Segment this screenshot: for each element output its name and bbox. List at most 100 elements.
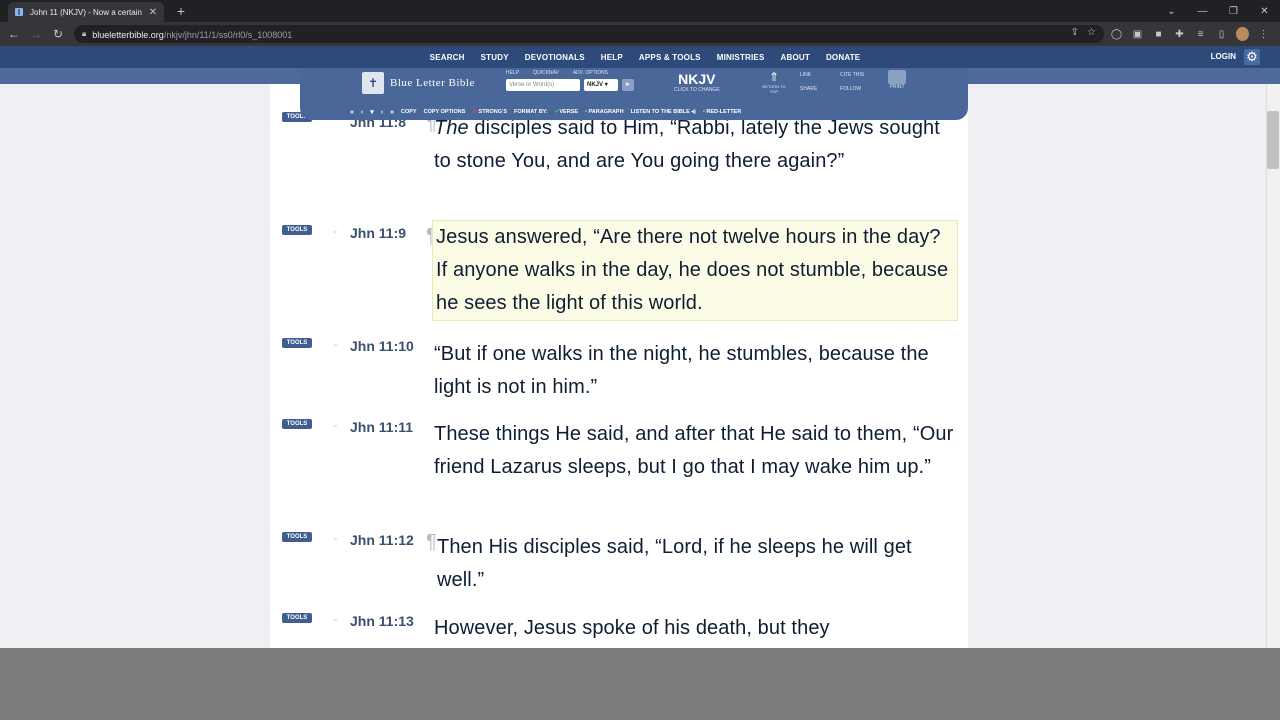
- strongs-toggle[interactable]: ⊘ STRONG'S: [472, 109, 507, 115]
- nav-about[interactable]: ABOUT: [781, 53, 810, 62]
- version-select[interactable]: NKJV ▾: [584, 79, 618, 91]
- extension-square-icon[interactable]: ■: [1152, 26, 1165, 42]
- forward-icon[interactable]: →: [28, 26, 44, 42]
- quicksearch-labels: HELP QUICKNAV ADV. OPTIONS: [506, 70, 608, 76]
- return-to-top-label: RETURN TO TOP: [762, 84, 786, 94]
- format-paragraph-toggle[interactable]: ▫ PARAGRAPH: [585, 109, 624, 115]
- minimize-icon[interactable]: —: [1187, 0, 1218, 22]
- nav-study[interactable]: STUDY: [481, 53, 509, 62]
- print-label: PRINT: [889, 84, 905, 90]
- window-controls: ⌄ — ❐ ✕: [1156, 0, 1280, 22]
- back-icon[interactable]: ←: [6, 26, 22, 42]
- browser-tabbar: John 11 (NKJV) - Now a certain | ✕ + ⌄ —…: [0, 0, 1280, 22]
- verse-search-input[interactable]: Verse or Word(s): [506, 79, 580, 91]
- verse-link-icon[interactable]: ▫: [334, 342, 341, 349]
- share-page-icon[interactable]: ⇪: [1071, 27, 1079, 38]
- verse-link-icon[interactable]: ▫: [334, 617, 341, 624]
- verse-text-body: disciples said to Him, “Rabbi, lately th…: [434, 117, 940, 172]
- login-link[interactable]: LOGIN: [1211, 52, 1236, 61]
- tab-close-icon[interactable]: ✕: [148, 7, 158, 18]
- version-name: NKJV: [678, 71, 716, 87]
- version-select-value: NKJV: [587, 82, 604, 88]
- page-scrollbar-thumb[interactable]: [1267, 111, 1279, 169]
- profile-avatar[interactable]: [1236, 26, 1249, 42]
- reload-icon[interactable]: ↻: [50, 26, 66, 42]
- new-tab-icon[interactable]: +: [174, 3, 188, 19]
- verse-ref[interactable]: Jhn 11:9: [350, 225, 430, 241]
- next-chapter-icon[interactable]: ›: [381, 109, 383, 116]
- close-window-icon[interactable]: ✕: [1249, 0, 1280, 22]
- blb-logo-icon: ✝: [362, 72, 384, 94]
- up-arrow-icon: ⇑: [768, 70, 780, 84]
- qs-help-link[interactable]: HELP: [506, 70, 519, 76]
- verse-ref[interactable]: Jhn 11:10: [350, 338, 430, 354]
- bible-tool-header: ✝ Blue Letter Bible HELP QUICKNAV ADV. O…: [300, 68, 968, 120]
- verse-link-icon[interactable]: ▫: [334, 536, 341, 543]
- verse-tools-button[interactable]: TOOLS: [282, 419, 312, 429]
- verse-link-icon[interactable]: ▫: [334, 423, 341, 430]
- prev-chapter-icon[interactable]: ‹: [361, 109, 363, 116]
- listen-label: LISTEN TO THE BIBLE: [630, 109, 690, 115]
- reading-toolbar: « ‹ ▾ › » COPY COPY OPTIONS ⊘ STRONG'S F…: [350, 106, 910, 118]
- red-letter-toggle[interactable]: ▫ RED-LETTER: [703, 109, 741, 115]
- nav-search[interactable]: SEARCH: [430, 53, 465, 62]
- verse-ref[interactable]: Jhn 11:11: [350, 419, 430, 435]
- search-go-button[interactable]: ▸: [622, 79, 634, 91]
- tab-search-chevron-icon[interactable]: ⌄: [1156, 0, 1187, 22]
- nav-ministries[interactable]: MINISTRIES: [717, 53, 765, 62]
- nav-apps-tools[interactable]: APPS & TOOLS: [639, 53, 701, 62]
- chapter-list-icon[interactable]: ▾: [370, 108, 374, 116]
- brand[interactable]: ✝ Blue Letter Bible: [362, 72, 475, 94]
- bible-content: TOOLS ▫ Jhn 11:8 ¶ The disciples said to…: [270, 84, 968, 648]
- verse-tools-button[interactable]: TOOLS: [282, 532, 312, 542]
- verse-link-icon[interactable]: ▫: [334, 229, 341, 236]
- last-chapter-icon[interactable]: »: [390, 109, 394, 116]
- browser-tab[interactable]: John 11 (NKJV) - Now a certain | ✕: [8, 2, 164, 22]
- print-button[interactable]: PRINT: [886, 70, 908, 90]
- first-chapter-icon[interactable]: «: [350, 109, 354, 116]
- address-bar: ← → ↻ 🔒︎ blueletterbible.org/nkjv/jhn/11…: [0, 22, 1280, 46]
- qs-adv-options-link[interactable]: ADV. OPTIONS: [573, 70, 608, 76]
- bookmark-star-icon[interactable]: ☆: [1087, 27, 1096, 38]
- verse-ref[interactable]: Jhn 11:13: [350, 613, 430, 629]
- nav-devotionals[interactable]: DEVOTIONALS: [525, 53, 585, 62]
- format-verse-toggle[interactable]: ✔VERSE: [555, 109, 578, 115]
- omnibox[interactable]: 🔒︎ blueletterbible.org/nkjv/jhn/11/1/ss0…: [74, 25, 1104, 43]
- restore-icon[interactable]: ❐: [1218, 0, 1249, 22]
- nav-donate[interactable]: DONATE: [826, 53, 860, 62]
- format-paragraph-label: PARAGRAPH: [588, 109, 624, 115]
- cite-this-button[interactable]: CITE THIS: [840, 72, 880, 78]
- format-by-label: FORMAT BY:: [514, 109, 548, 115]
- verse-ref[interactable]: Jhn 11:12: [350, 532, 430, 548]
- copy-button[interactable]: COPY: [401, 109, 417, 115]
- follow-button[interactable]: FOLLOW: [840, 86, 880, 92]
- verse-tools-button[interactable]: TOOLS: [282, 613, 312, 623]
- verse-text: The disciples said to Him, “Rabbi, latel…: [434, 112, 956, 178]
- side-panel-icon[interactable]: ▯: [1215, 26, 1228, 42]
- reading-list-icon[interactable]: ≡: [1194, 26, 1207, 42]
- verse-text: These things He said, and after that He …: [434, 423, 954, 478]
- share-links: LINK CITE THIS SHARE FOLLOW: [800, 72, 880, 92]
- listen-button[interactable]: LISTEN TO THE BIBLE ◂): [631, 109, 696, 115]
- share-button[interactable]: SHARE: [800, 86, 840, 92]
- copy-options-button[interactable]: COPY OPTIONS: [424, 109, 466, 115]
- extensions-puzzle-icon[interactable]: ✚: [1173, 26, 1186, 42]
- italic-word: The: [434, 117, 469, 139]
- extension-red-icon[interactable]: ▣: [1131, 26, 1144, 42]
- nav-help[interactable]: HELP: [601, 53, 623, 62]
- verse-text: “But if one walks in the night, he stumb…: [434, 343, 929, 398]
- verse-tools-button[interactable]: TOOLS: [282, 338, 312, 348]
- bible-favicon-icon: [14, 7, 24, 17]
- browser-menu-icon[interactable]: ⋮: [1257, 26, 1270, 42]
- verse-tools-button[interactable]: TOOLS: [282, 225, 312, 235]
- gear-icon[interactable]: ⚙: [1244, 49, 1260, 65]
- red-letter-label: RED-LETTER: [706, 109, 742, 115]
- link-button[interactable]: LINK: [800, 72, 840, 78]
- version-switcher[interactable]: NKJV CLICK TO CHANGE: [674, 71, 720, 93]
- version-sub: CLICK TO CHANGE: [674, 87, 720, 93]
- qs-quicknav-link[interactable]: QUICKNAV: [533, 70, 559, 76]
- speaker-icon: ◂): [691, 109, 696, 115]
- return-to-top-button[interactable]: ⇑ RETURN TO TOP: [762, 70, 786, 94]
- strongs-off-icon: ⊘: [472, 109, 477, 115]
- extension-circle-icon[interactable]: ◯: [1110, 26, 1123, 42]
